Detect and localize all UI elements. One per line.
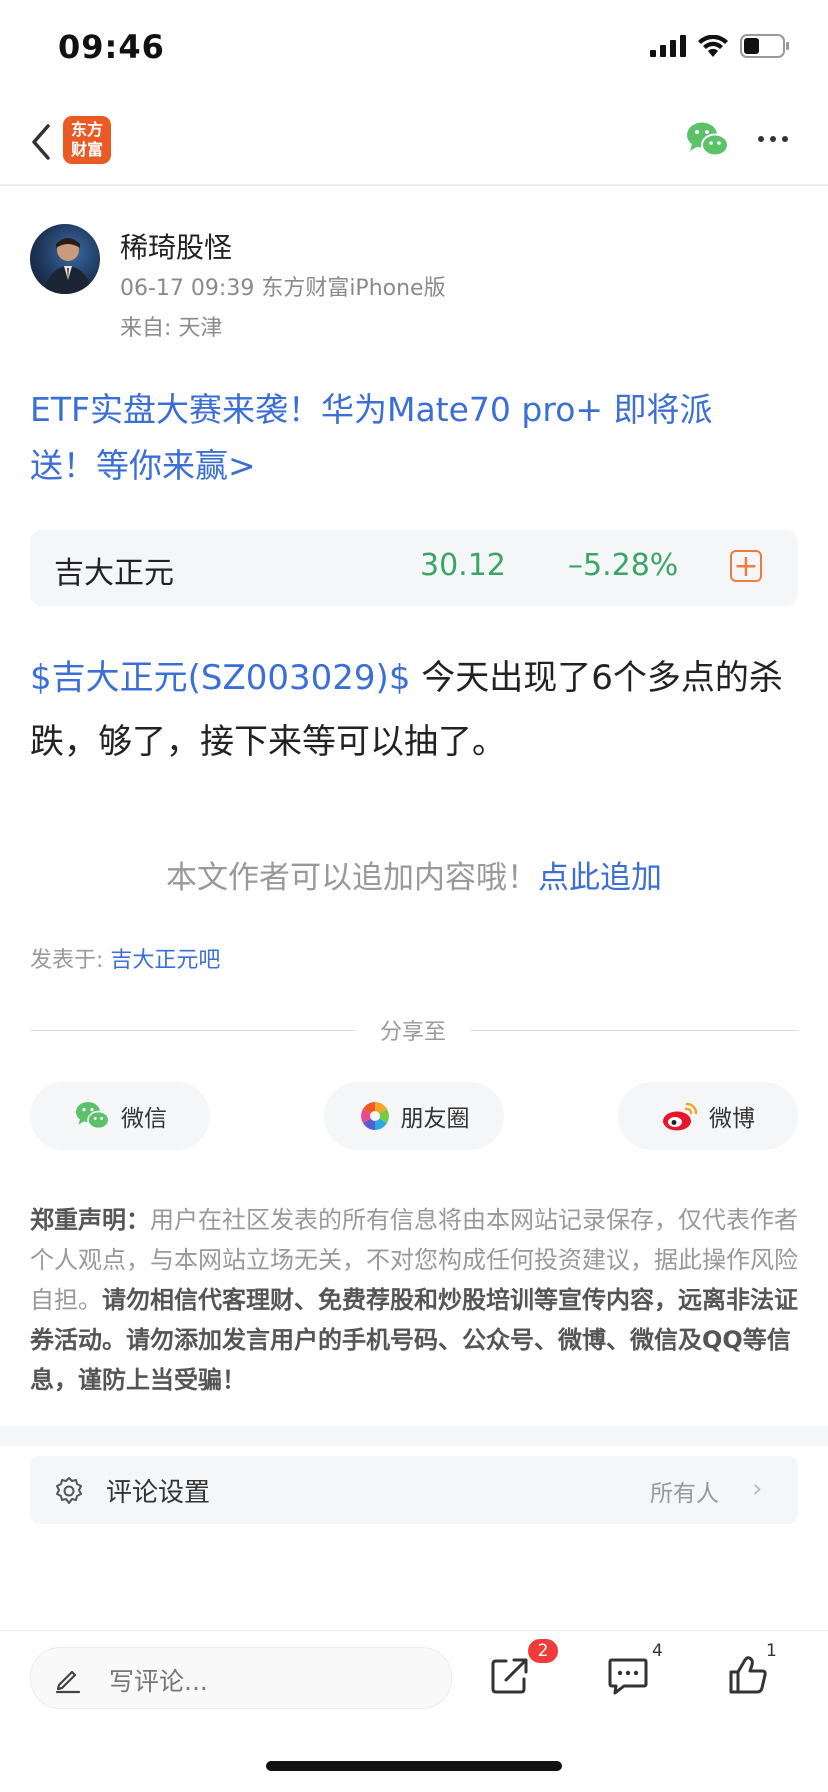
post-meta: 06-17 09:39 东方财富iPhone版	[120, 276, 446, 301]
stock-price: 30.12	[420, 548, 506, 583]
disclaimer: 郑重声明：用户在社区发表的所有信息将由本网站记录保存，仅代表作者个人观点，与本网…	[30, 1200, 800, 1400]
share-moments-label: 朋友圈	[400, 1106, 470, 1132]
share-weibo-label: 微博	[709, 1106, 755, 1132]
posted-in-label: 发表于:	[30, 948, 111, 973]
like-icon[interactable]	[726, 1653, 770, 1697]
section-divider	[0, 1426, 828, 1446]
wechat-icon	[76, 1102, 110, 1130]
stock-card[interactable]: 吉大正元 30.12 –5.28% +	[30, 530, 798, 606]
gear-icon	[56, 1477, 82, 1504]
more-dot	[770, 136, 776, 142]
logo-line-1: 东方	[70, 120, 103, 139]
comment-count: 4	[652, 1641, 663, 1661]
disclaimer-warning: 请勿相信代客理财、免费荐股和炒股培训等宣传内容，远离非法证券活动。请勿添加发言用…	[30, 1286, 798, 1394]
comment-settings-label: 评论设置	[106, 1478, 211, 1508]
append-prompt: 本文作者可以追加内容哦！点此追加	[0, 852, 828, 897]
like-count: 1	[766, 1641, 777, 1661]
share-title: 分享至	[379, 1020, 446, 1045]
posted-in: 发表于: 吉大正元吧	[30, 942, 220, 974]
comment-settings-value: 所有人	[650, 1481, 719, 1507]
status-time: 09:46	[58, 28, 165, 66]
stock-bar-link[interactable]: 吉大正元吧	[110, 948, 220, 973]
more-dot	[758, 136, 764, 142]
stock-change: –5.28%	[568, 548, 679, 583]
signal-icon	[650, 35, 686, 57]
add-stock-button[interactable]: +	[730, 550, 762, 582]
bottom-bar: 写评论... 2 4 1	[0, 1630, 828, 1731]
share-badge: 2	[528, 1639, 558, 1663]
stock-name: 吉大正元	[54, 556, 174, 591]
comment-icon[interactable]	[606, 1653, 650, 1697]
avatar-portrait	[44, 238, 92, 294]
nav-bar: 东方 财富	[0, 102, 828, 186]
share-moments-button[interactable]: 朋友圈	[324, 1082, 504, 1150]
back-button[interactable]	[26, 120, 56, 164]
promo-link[interactable]: ETF实盘大赛来袭！华为Mate70 pro+ 即将派送！等你来赢>	[30, 382, 770, 494]
author-avatar[interactable]	[30, 224, 100, 294]
post-location: 来自: 天津	[120, 316, 223, 341]
comment-input[interactable]: 写评论...	[30, 1647, 452, 1709]
append-link[interactable]: 点此追加	[538, 860, 662, 896]
battery-icon	[740, 34, 789, 58]
divider	[30, 1030, 356, 1031]
comment-settings-row[interactable]: 评论设置 所有人 ›	[30, 1456, 798, 1524]
chevron-right-icon: ›	[752, 1474, 763, 1504]
weibo-icon	[663, 1102, 698, 1131]
append-text: 本文作者可以追加内容哦！	[166, 860, 538, 896]
post-body: $吉大正元(SZ003029)$ 今天出现了6个多点的杀跌，够了，接下来等可以抽…	[30, 646, 800, 774]
share-wechat-button[interactable]: 微信	[30, 1082, 210, 1150]
logo-line-2: 财富	[70, 140, 103, 159]
home-indicator	[266, 1761, 562, 1771]
status-icons	[650, 34, 790, 58]
share-weibo-button[interactable]: 微博	[618, 1082, 798, 1150]
more-button[interactable]	[758, 136, 794, 148]
author-name[interactable]: 稀琦股怪	[120, 226, 232, 266]
wifi-icon	[698, 35, 728, 57]
share-icon[interactable]	[488, 1653, 532, 1697]
moments-icon	[360, 1102, 389, 1130]
pencil-icon	[55, 1670, 81, 1694]
wechat-share-icon[interactable]	[685, 120, 729, 160]
stock-tag-link[interactable]: $吉大正元(SZ003029)$	[30, 658, 410, 698]
eastmoney-logo: 东方 财富	[63, 116, 111, 164]
disclaimer-heading: 郑重声明：	[30, 1206, 150, 1234]
share-wechat-label: 微信	[121, 1106, 167, 1132]
comment-placeholder: 写评论...	[109, 1667, 208, 1696]
divider	[470, 1030, 798, 1031]
more-dot	[782, 136, 788, 142]
